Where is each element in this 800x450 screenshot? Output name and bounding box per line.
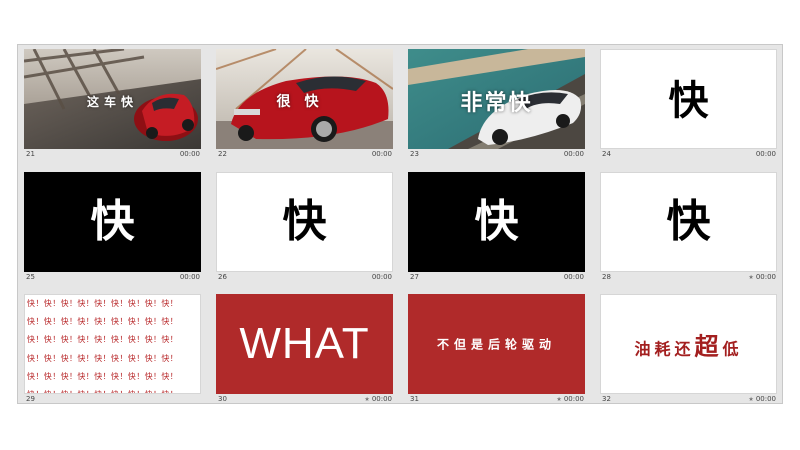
slide-22-text: 很快 — [276, 94, 333, 110]
slide-thumbnail-25[interactable]: 快 — [24, 172, 201, 272]
slide-29-text-row: 快！快！快！快！快！快！快！快！快！ — [27, 371, 179, 381]
animation-star-icon: ★ — [364, 396, 370, 403]
slide-sorter-panel: 这车快 很快 非常快 快 21 00:00 22 00:00 23 00:00 … — [17, 44, 783, 404]
slide-thumbnail-21[interactable]: 这车快 — [24, 49, 201, 149]
slide-24-meta: 24 00:00 — [602, 150, 776, 158]
slide-26-meta: 26 00:00 — [218, 273, 392, 281]
slide-29-text-row: 快！快！快！快！快！快！快！快！快！ — [27, 353, 179, 363]
slide-29-text-row: 快！快！快！快！快！快！快！快！快！ — [27, 388, 200, 393]
slide-thumbnail-30[interactable]: WHAT — [216, 294, 393, 394]
slide-27-meta: 27 00:00 — [410, 273, 584, 281]
slide-29-text-row: 快！快！快！快！快！快！快！快！快！ — [27, 317, 179, 327]
slide-thumbnail-24[interactable]: 快 — [600, 49, 777, 149]
slide-thumbnail-31[interactable]: 不但是后轮驱动 — [408, 294, 585, 394]
slide-thumbnail-23[interactable]: 非常快 — [408, 49, 585, 149]
animation-star-icon: ★ — [556, 396, 562, 403]
slide-24-text: 快 — [668, 77, 709, 124]
slide-thumbnail-32[interactable]: 油耗还超低 — [600, 294, 777, 394]
animation-star-icon: ★ — [748, 274, 754, 281]
slide-26-text: 快 — [282, 196, 327, 247]
slide-30-text: WHAT — [239, 319, 370, 368]
slide-29-text-row: 快！快！快！快！快！快！快！快！快！ — [27, 335, 179, 345]
slide-29-meta: 29 — [26, 395, 35, 403]
slide-32-meta: 32 ★ 00:00 — [602, 395, 776, 403]
slide-thumbnail-29[interactable]: 快！快！快！快！快！快！快！快！快！ 快！快！快！快！快！快！快！快！快！ 快！… — [24, 294, 201, 394]
slide-thumbnail-22[interactable]: 很快 — [216, 49, 393, 149]
slide-23-meta: 23 00:00 — [410, 150, 584, 158]
animation-star-icon: ★ — [748, 396, 754, 403]
slide-25-text: 快 — [90, 196, 135, 247]
slide-31-meta: 31 ★ 00:00 — [410, 395, 584, 403]
slide-29-text-row: 快！快！快！快！快！快！快！快！快！ — [27, 299, 179, 308]
slide-32-text: 油耗还超低 — [634, 332, 743, 361]
slide-21-meta: 21 00:00 — [26, 150, 200, 158]
slide-30-meta: 30 ★ 00:00 — [218, 395, 392, 403]
slide-23-text: 非常快 — [460, 91, 533, 116]
slide-thumbnail-26[interactable]: 快 — [216, 172, 393, 272]
slide-27-text: 快 — [474, 196, 519, 247]
slide-28-meta: 28 ★ 00:00 — [602, 273, 776, 281]
slide-28-text: 快 — [666, 196, 711, 247]
repeated-text-grid: 快！快！快！快！快！快！快！快！快！ 快！快！快！快！快！快！快！快！快！ 快！… — [27, 297, 200, 393]
slide-25-meta: 25 00:00 — [26, 273, 200, 281]
slide-21-text: 这车快 — [86, 95, 138, 109]
slide-22-meta: 22 00:00 — [218, 150, 392, 158]
slide-31-text: 不但是后轮驱动 — [436, 337, 556, 352]
slide-thumbnail-27[interactable]: 快 — [408, 172, 585, 272]
slide-thumbnail-28[interactable]: 快 — [600, 172, 777, 272]
